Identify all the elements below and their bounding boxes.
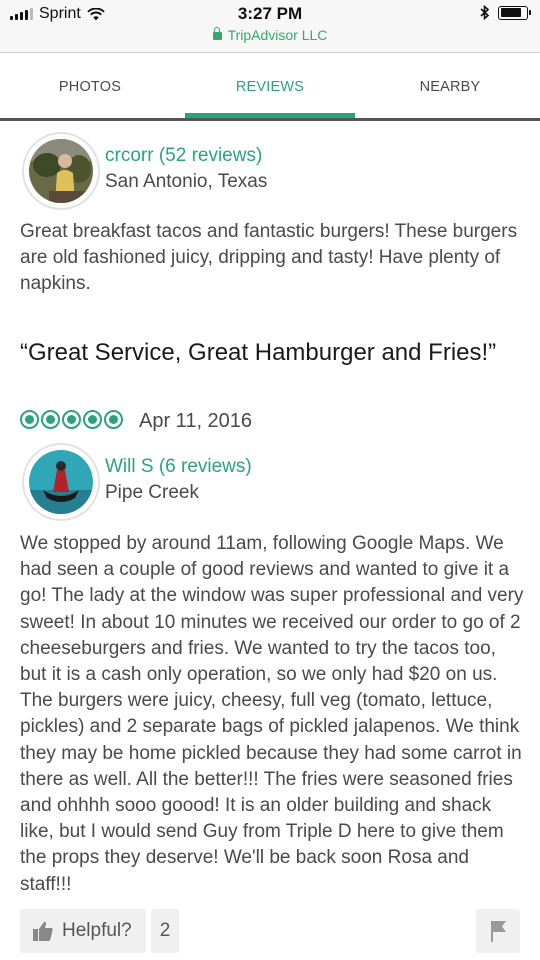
avatar-will-s[interactable] — [24, 445, 98, 519]
reviewer-location: San Antonio, Texas — [105, 171, 268, 192]
helpful-label: Helpful? — [62, 920, 132, 941]
tab-reviews[interactable]: REVIEWS — [185, 53, 355, 121]
lock-icon — [212, 27, 222, 40]
reviewer-name[interactable]: crcorr (52 reviews) — [105, 145, 262, 167]
review-text: We stopped by around 11am, following Goo… — [20, 533, 524, 895]
avatar-photo — [29, 139, 93, 203]
report-button[interactable] — [476, 909, 520, 953]
rating-bubble — [62, 410, 81, 429]
tab-nearby[interactable]: NEARBY — [360, 53, 540, 121]
helpful-count: 2 — [151, 909, 179, 953]
site-name: TripAdvisor LLC — [227, 27, 328, 43]
rating-bubble — [41, 410, 60, 429]
reviewer-name[interactable]: Will S (6 reviews) — [105, 456, 252, 478]
bluetooth-icon — [480, 5, 490, 20]
rating-bubble — [83, 410, 102, 429]
battery-icon — [498, 5, 531, 20]
clock: 3:27 PM — [237, 4, 303, 23]
rating-bubble — [20, 410, 39, 429]
rating-bubbles — [20, 410, 123, 429]
site-url[interactable]: TripAdvisor LLC — [0, 27, 540, 43]
rating-bubble — [104, 410, 123, 429]
tab-photos[interactable]: PHOTOS — [0, 53, 180, 121]
reviewer-location: Pipe Creek — [105, 482, 199, 503]
review-date: Apr 11, 2016 — [139, 410, 253, 432]
avatar-crcorr[interactable] — [24, 134, 98, 208]
status-bar: Sprint 3:27 PM TripAdvisor LLC — [0, 0, 540, 52]
thumbs-up-icon — [33, 921, 53, 941]
tab-bar: PHOTOS REVIEWS NEARBY — [0, 53, 540, 121]
review-text: Great breakfast tacos and fantastic burg… — [20, 221, 518, 295]
avatar-photo — [29, 450, 93, 514]
flag-icon — [491, 921, 506, 942]
status-icons — [480, 5, 531, 20]
tab-bar-border — [0, 118, 540, 121]
battery-level — [500, 8, 521, 17]
helpful-button[interactable]: Helpful? — [20, 909, 146, 953]
review-title[interactable]: “Great Service, Great Hamburger and Frie… — [20, 337, 520, 369]
